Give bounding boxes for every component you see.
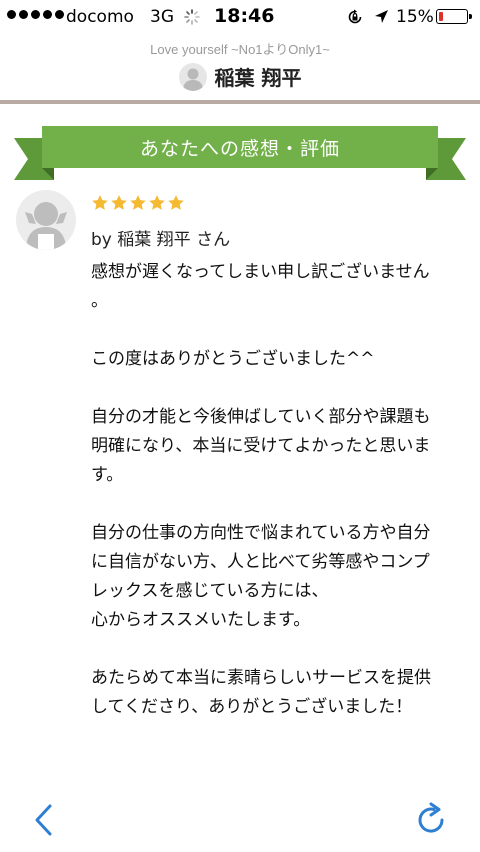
network-type: 3G [150,7,174,27]
header-avatar [178,62,207,91]
header-divider [0,100,480,104]
location-arrow-icon [375,10,388,23]
star-icon [168,195,184,210]
star-icon [130,195,146,210]
review-paragraph: 自分の仕事の方向性で悩まれている方や自分 に自信がない方、人と比べて劣等感やコン… [91,523,431,630]
star-icon [149,195,165,210]
star-icon [111,195,127,210]
status-time: 18:46 [214,5,275,27]
review-paragraph: 感想が遅くなってしまい申し訳ございません 。 [91,262,430,311]
battery-percent: 15% [396,7,434,27]
review-paragraph: あたらめて本当に素晴らしいサービスを提供 してくださり、ありがとうございました！ [91,668,431,717]
battery-icon [436,9,472,24]
user-silhouette-icon [182,68,203,91]
header-name: 稲葉 翔平 [214,66,302,90]
site-subtitle: Love yourself ~No1よりOnly1~ [150,42,330,57]
user-silhouette-icon [25,202,67,250]
screen: docomo 3G 18:46 15% Love yourself ~No1より… [0,0,480,852]
ribbon-title: あなたへの感想・評価 [42,126,438,168]
reviewer-name: by 稲葉 翔平 さん [91,230,231,250]
chevron-left-icon[interactable] [30,800,58,840]
review-paragraph: 自分の才能と今後伸ばしていく部分や課題も 明確になり、本当に受けてよかったと思い… [91,407,431,485]
header-profile: 稲葉 翔平 [0,62,480,91]
review-paragraph: この度はありがとうございました^^ [91,349,375,369]
review-body: 感想が遅くなってしまい申し訳ございません 。この度はありがとうございました^^ 自… [91,258,465,751]
section-ribbon: あなたへの感想・評価 [0,124,480,184]
signal-strength-icon [7,10,64,19]
status-bar: docomo 3G 18:46 15% [0,0,480,34]
rating-stars [91,194,185,212]
battery-level-fill [439,12,443,21]
reload-icon[interactable] [414,800,450,840]
carrier-name: docomo [66,7,134,27]
star-icon [92,195,108,210]
rotation-lock-icon [348,9,362,24]
activity-spinner-icon [184,9,200,25]
reviewer-avatar [16,190,76,250]
